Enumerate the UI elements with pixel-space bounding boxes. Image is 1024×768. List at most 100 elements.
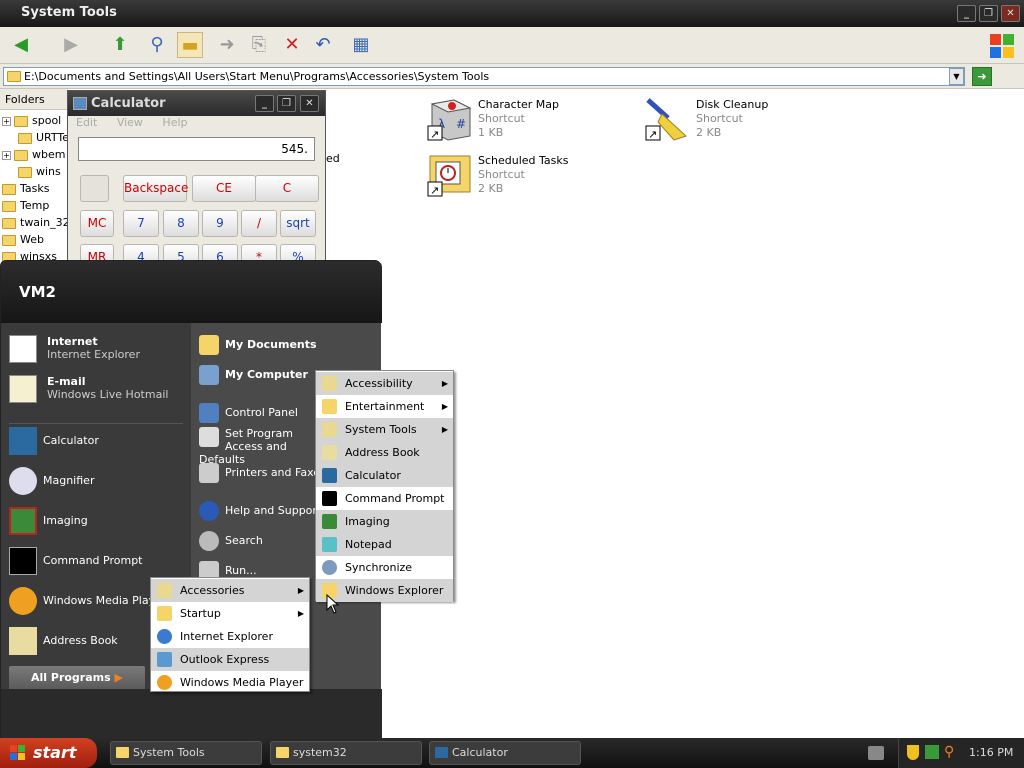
explorer-title-bar[interactable]: System Tools _ ❐ ✕ xyxy=(0,0,1024,27)
email-icon xyxy=(9,375,37,403)
calc-close-button[interactable]: ✕ xyxy=(300,95,319,112)
menu-item-windows-media-player[interactable]: Windows Media Player xyxy=(151,671,309,694)
recent-calculator[interactable]: Calculator xyxy=(9,427,99,455)
folders-pane: Folders + spool URTTe + wbem wins Tasks Te… xyxy=(0,89,70,269)
menu-edit[interactable]: Edit xyxy=(76,116,97,129)
tree-item[interactable]: + wbem xyxy=(2,148,65,161)
address-book-icon xyxy=(322,445,337,460)
recent-command-prompt[interactable]: Command Prompt xyxy=(9,547,143,575)
file-size: 2 KB xyxy=(696,126,722,139)
all-programs-button[interactable]: All Programs ▶ xyxy=(9,666,145,690)
calc-minimize-button[interactable]: _ xyxy=(255,95,274,112)
clock[interactable]: 1:16 PM xyxy=(969,746,1013,759)
tree-item[interactable]: Tasks xyxy=(2,182,49,195)
search-icon[interactable]: ⚲ xyxy=(144,32,170,58)
address-input[interactable]: E:\Documents and Settings\All Users\Star… xyxy=(3,67,965,86)
task-system-tools[interactable]: System Tools xyxy=(110,741,262,765)
recent-address-book[interactable]: Address Book xyxy=(9,627,118,655)
search-icon[interactable]: ⚲ xyxy=(944,744,954,760)
folders-icon[interactable]: ▬ xyxy=(177,32,203,58)
backspace-button[interactable]: Backspace xyxy=(123,175,188,202)
security-shield-icon[interactable] xyxy=(907,745,919,760)
outlook-express-icon xyxy=(157,652,172,667)
menu-item-synchronize[interactable]: Synchronize xyxy=(316,556,453,579)
tree-item[interactable]: wins xyxy=(18,165,61,178)
network-icon[interactable] xyxy=(925,745,939,759)
tree-item[interactable]: twain_32 xyxy=(2,216,70,229)
digit-8-button[interactable]: 8 xyxy=(163,210,199,237)
menu-item-startup[interactable]: Startup ▶ xyxy=(151,602,309,625)
control-panel[interactable]: Control Panel xyxy=(199,403,298,423)
digit-7-button[interactable]: 7 xyxy=(123,210,159,237)
menu-item-internet-explorer[interactable]: Internet Explorer xyxy=(151,625,309,648)
menu-item-imaging[interactable]: Imaging xyxy=(316,510,453,533)
my-computer[interactable]: My Computer xyxy=(199,365,308,385)
sqrt-button[interactable]: sqrt xyxy=(280,210,316,237)
obscured-text-fragment: ed xyxy=(326,152,340,165)
file-name: Scheduled Tasks xyxy=(478,154,569,167)
undo-icon[interactable]: ↶ xyxy=(310,32,336,58)
calculator-menu-bar: Edit View Help xyxy=(68,116,325,134)
menu-item-accessories[interactable]: Accessories ▶ xyxy=(151,579,309,602)
recent-imaging[interactable]: Imaging xyxy=(9,507,88,535)
views-icon[interactable]: ▦ xyxy=(348,32,374,58)
calculator-window[interactable]: Calculator _ ❐ ✕ Edit View Help 545. Bac… xyxy=(67,90,326,270)
menu-item-entertainment[interactable]: Entertainment ▶ xyxy=(316,395,453,418)
printers-and-faxes[interactable]: Printers and Faxes xyxy=(199,463,317,483)
divide-button[interactable]: / xyxy=(241,210,277,237)
forward-icon[interactable]: ▶ xyxy=(58,32,84,58)
tree-item[interactable]: + spool xyxy=(2,114,61,127)
maximize-button[interactable]: ❐ xyxy=(979,5,998,22)
tree-item[interactable]: Web xyxy=(2,233,44,246)
calc-maximize-button[interactable]: ❐ xyxy=(277,95,296,112)
file-type: Shortcut xyxy=(478,112,525,125)
file-name: Character Map xyxy=(478,98,560,111)
digit-9-button[interactable]: 9 xyxy=(202,210,238,237)
menu-help[interactable]: Help xyxy=(162,116,187,129)
help-and-support[interactable]: Help and Support xyxy=(199,501,321,521)
copy-to-icon[interactable]: ⎘ xyxy=(246,32,272,58)
close-button[interactable]: ✕ xyxy=(1001,5,1020,22)
help-icon xyxy=(199,501,219,521)
keyboard-icon[interactable] xyxy=(868,746,884,760)
back-icon[interactable]: ◀ xyxy=(8,32,34,58)
menu-item-system-tools[interactable]: System Tools ▶ xyxy=(316,418,453,441)
task-system32[interactable]: system32 xyxy=(270,741,422,765)
calculator-icon xyxy=(73,97,87,110)
calculator-title: Calculator xyxy=(91,96,166,111)
task-calculator[interactable]: Calculator xyxy=(429,741,581,765)
set-program-access[interactable]: Set Program Access and Defaults xyxy=(199,427,317,466)
go-button[interactable]: ➜ xyxy=(972,67,992,86)
menu-item-command-prompt[interactable]: Command Prompt xyxy=(316,487,453,510)
address-dropdown-button[interactable]: ▼ xyxy=(949,68,964,85)
menu-item-accessibility[interactable]: Accessibility ▶ xyxy=(316,372,453,395)
tree-item[interactable]: URTTe xyxy=(18,131,69,144)
move-to-icon[interactable]: ➜ xyxy=(214,32,240,58)
my-documents[interactable]: My Documents xyxy=(199,335,317,355)
menu-item-address-book[interactable]: Address Book xyxy=(316,441,453,464)
delete-icon[interactable]: ✕ xyxy=(279,32,305,58)
up-folder-icon[interactable]: ⬆ xyxy=(107,32,133,58)
clear-button[interactable]: C xyxy=(255,175,319,202)
mc-button[interactable]: MC xyxy=(80,210,114,237)
ce-button[interactable]: CE xyxy=(192,175,256,202)
pinned-email[interactable]: E-mail Windows Live Hotmail xyxy=(9,375,168,403)
recent-magnifier[interactable]: Magnifier xyxy=(9,467,94,495)
start-button[interactable]: start xyxy=(0,738,97,768)
folder-icon xyxy=(157,606,172,621)
menu-view[interactable]: View xyxy=(117,116,143,129)
calculator-title-bar[interactable]: Calculator _ ❐ ✕ xyxy=(68,91,325,116)
file-character-map[interactable]: λ # ↗ Character Map Shortcut 1 KB xyxy=(426,96,606,144)
recent-windows-media-player[interactable]: Windows Media Player xyxy=(9,587,166,615)
pinned-internet[interactable]: Internet Internet Explorer xyxy=(9,335,140,363)
file-type: Shortcut xyxy=(696,112,743,125)
search[interactable]: Search xyxy=(199,531,263,551)
menu-item-calculator[interactable]: Calculator xyxy=(316,464,453,487)
file-disk-cleanup[interactable]: ↗ Disk Cleanup Shortcut 2 KB xyxy=(644,96,824,144)
menu-item-outlook-express[interactable]: Outlook Express xyxy=(151,648,309,671)
command-prompt-icon xyxy=(322,491,337,506)
tree-item[interactable]: Temp xyxy=(2,199,49,212)
minimize-button[interactable]: _ xyxy=(957,5,976,22)
file-scheduled-tasks[interactable]: ↗ Scheduled Tasks Shortcut 2 KB xyxy=(426,152,606,200)
menu-item-notepad[interactable]: Notepad xyxy=(316,533,453,556)
